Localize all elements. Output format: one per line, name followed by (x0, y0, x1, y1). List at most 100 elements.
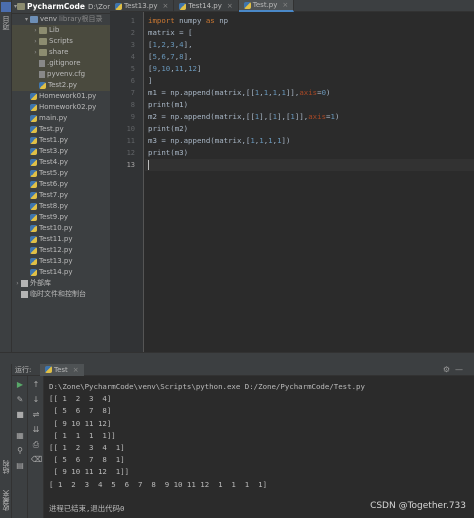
panel-splitter[interactable] (0, 352, 474, 364)
python-file-icon (30, 148, 37, 155)
tree-item[interactable]: › share (12, 47, 110, 58)
library-icon (21, 291, 28, 298)
tree-item[interactable]: Test8.py (12, 201, 110, 212)
tree-item[interactable]: Test1.py (12, 135, 110, 146)
project-root[interactable]: ▾ PycharmCode D:\Zone (12, 0, 110, 14)
close-icon[interactable]: × (282, 1, 288, 9)
python-file-icon (30, 170, 37, 177)
project-tool-label[interactable]: 项目 (1, 16, 11, 30)
chevron-down-icon[interactable]: ▾ (23, 14, 30, 25)
editor-tab[interactable]: Test13.py × (110, 0, 175, 12)
code-token: 11 (174, 64, 184, 73)
editor-tab-label: Test13.py (124, 2, 158, 10)
python-file-icon (30, 192, 37, 199)
tree-item[interactable]: Test14.py (12, 267, 110, 278)
tree-item-label: 临时文件和控制台 (30, 290, 86, 298)
tree-item[interactable]: › 外部库 (12, 278, 110, 289)
chevron-right-icon[interactable]: › (32, 47, 39, 58)
tree-item[interactable]: Test13.py (12, 256, 110, 267)
close-icon[interactable]: × (163, 2, 169, 10)
arrow-up-icon[interactable]: ↑ (31, 380, 41, 390)
run-console-output[interactable]: D:\Zone\PycharmCode\venv\Scripts\python.… (44, 376, 474, 518)
code-token: ) (334, 112, 340, 121)
code-token: ],[ (259, 112, 273, 121)
code-line: print(m2) (148, 123, 188, 135)
tree-item[interactable]: 临时文件和控制台 (12, 289, 110, 300)
tree-item-label: Test8.py (39, 202, 69, 210)
tree-item[interactable]: Test4.py (12, 157, 110, 168)
tree-item[interactable]: › Scripts (12, 36, 110, 47)
settings-minimize-icons[interactable]: ⚙— (443, 365, 474, 374)
python-file-icon (115, 2, 122, 10)
favorites-tool-label[interactable]: 收藏夹 (1, 490, 11, 511)
config-file-icon (39, 60, 45, 67)
console-line: [[ 1 2 3 4] (49, 394, 112, 404)
tree-item[interactable]: › Lib (12, 25, 110, 36)
code-token: print(m3) (148, 148, 189, 157)
left-tool-strip: 项目 结构 收藏夹 (0, 0, 12, 518)
tree-item[interactable]: .gitignore (12, 58, 110, 69)
code-editor[interactable]: import numpy as np matrix = [[1,2,3,4], [5… (145, 12, 474, 352)
code-line: [5,6,7,8], (148, 51, 193, 63)
tree-item-label: pyvenv.cfg (47, 70, 86, 78)
tree-item[interactable]: pyvenv.cfg (12, 69, 110, 80)
chevron-right-icon[interactable]: › (32, 25, 39, 36)
line-number-gutter: 1 2 3 4 5 6 7 8 9 10 11 12 13 (110, 12, 144, 352)
tree-item[interactable]: Homework01.py (12, 91, 110, 102)
soft-wrap-icon[interactable]: ⇌ (31, 410, 41, 420)
code-token: np (219, 16, 229, 25)
tree-item[interactable]: Homework02.py (12, 102, 110, 113)
tree-item[interactable]: ▾ venv library根目录 (12, 14, 110, 25)
line-number: 12 (126, 149, 135, 157)
line-number: 4 (130, 53, 135, 61)
code-line: ] (148, 75, 152, 87)
folder-icon (39, 38, 47, 45)
code-token: ], (183, 52, 193, 61)
tree-item[interactable]: Test11.py (12, 234, 110, 245)
clear-icon[interactable]: ⌫ (31, 455, 42, 465)
code-line: matrix = [ (148, 27, 193, 39)
library-icon (21, 280, 28, 287)
wrench-icon[interactable]: ✎ (15, 395, 25, 405)
run-toolbar-secondary: ↑ ↓ ⇌ ⇊ ⎙ ⌫ (28, 376, 44, 518)
tree-item-label: Test9.py (39, 213, 69, 221)
code-line: [9,10,11,12] (148, 63, 201, 75)
folder-icon (30, 16, 38, 23)
editor-tab[interactable]: Test.py × (238, 0, 295, 12)
tree-item[interactable]: Test5.py (12, 168, 110, 179)
tree-item[interactable]: Test9.py (12, 212, 110, 223)
layout-icon[interactable]: ▦ (15, 431, 25, 441)
project-tool-icon[interactable] (1, 2, 11, 12)
stop-icon[interactable]: ■ (15, 410, 25, 420)
tree-item-label: Homework02.py (39, 103, 97, 111)
scroll-to-end-icon[interactable]: ⇊ (31, 425, 41, 435)
structure-tool-label[interactable]: 结构 (1, 460, 11, 474)
run-tab-test[interactable]: Test × (40, 363, 84, 376)
tree-item[interactable]: Test10.py (12, 223, 110, 234)
tree-item[interactable]: Test12.py (12, 245, 110, 256)
arrow-down-icon[interactable]: ↓ (31, 395, 41, 405)
chevron-right-icon[interactable]: › (32, 36, 39, 47)
tree-item[interactable]: Test.py (12, 124, 110, 135)
close-icon[interactable]: × (227, 2, 233, 10)
code-line: m2 = np.append(matrix,[[1],[1],[1]],axis… (148, 111, 339, 123)
tree-item[interactable]: Test7.py (12, 190, 110, 201)
chevron-right-icon[interactable]: › (14, 278, 21, 289)
trash-icon[interactable]: ▤ (15, 461, 25, 471)
tree-item[interactable]: main.py (12, 113, 110, 124)
tree-item[interactable]: Test3.py (12, 146, 110, 157)
console-line: D:\Zone\PycharmCode\venv\Scripts\python.… (49, 382, 365, 391)
code-token: ],[ (277, 112, 291, 121)
editor-tab[interactable]: Test14.py × (174, 0, 239, 12)
rerun-icon[interactable]: ▶ (15, 380, 25, 390)
close-icon[interactable]: × (73, 366, 79, 374)
python-file-icon (30, 203, 37, 210)
text-caret (148, 160, 149, 170)
tree-item-label: 外部库 (30, 279, 51, 287)
print-icon[interactable]: ⎙ (31, 440, 41, 450)
python-file-icon (30, 181, 37, 188)
tree-item[interactable]: Test2.py (12, 80, 110, 91)
tree-item[interactable]: Test6.py (12, 179, 110, 190)
code-token: axis (308, 112, 327, 121)
pin-icon[interactable]: ⚲ (15, 446, 25, 456)
